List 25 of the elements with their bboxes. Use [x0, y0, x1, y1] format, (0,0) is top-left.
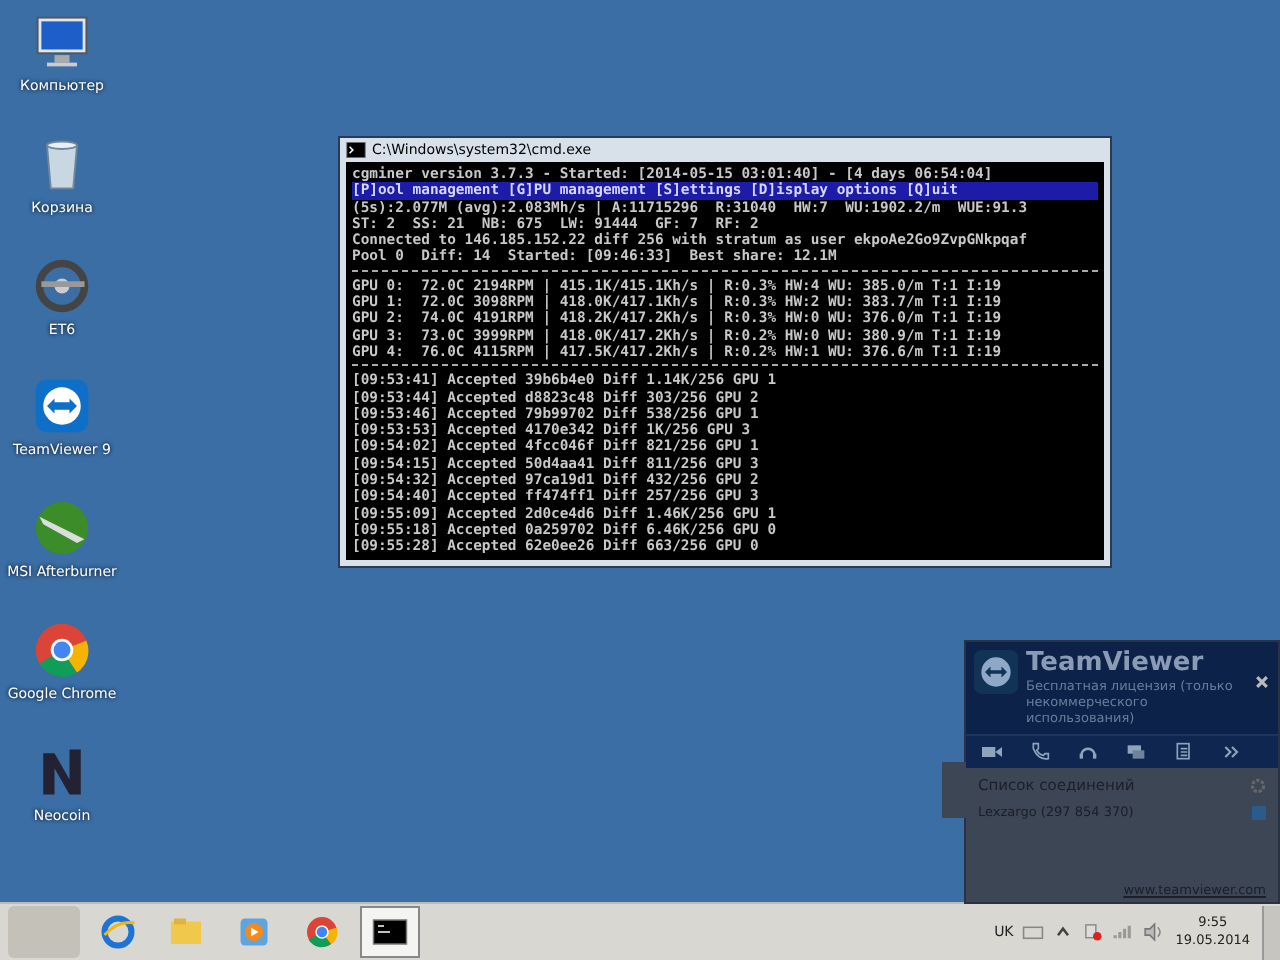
close-icon[interactable]: [1254, 674, 1270, 690]
globe-icon: [100, 914, 136, 950]
chat-icon[interactable]: [1126, 742, 1146, 762]
keyboard-icon[interactable]: [1021, 922, 1044, 942]
headset-icon[interactable]: [1078, 742, 1098, 762]
flag-icon[interactable]: [1081, 922, 1104, 942]
browser-icon[interactable]: [32, 619, 92, 680]
taskbar-console-button[interactable]: [360, 906, 420, 958]
console-icon: [346, 142, 366, 158]
monitor-icon[interactable]: [32, 12, 92, 72]
document-icon[interactable]: [1174, 742, 1194, 762]
arrows-icon[interactable]: [32, 376, 92, 437]
play-icon: [236, 914, 272, 950]
steering-wheel-icon[interactable]: [32, 255, 92, 315]
double-chevron-icon[interactable]: [1222, 742, 1242, 762]
phone-icon[interactable]: [1030, 742, 1050, 762]
folder-icon: [168, 914, 204, 950]
speaker-icon[interactable]: [1141, 922, 1164, 942]
arrows-icon: [974, 650, 1018, 694]
start-button[interactable]: [8, 906, 80, 958]
console-icon: [372, 914, 408, 950]
camera-icon[interactable]: [982, 742, 1002, 762]
chevron-up-icon[interactable]: [1051, 922, 1074, 942]
app-title: TeamViewer: [1026, 650, 1206, 678]
browser-icon: [304, 914, 340, 950]
